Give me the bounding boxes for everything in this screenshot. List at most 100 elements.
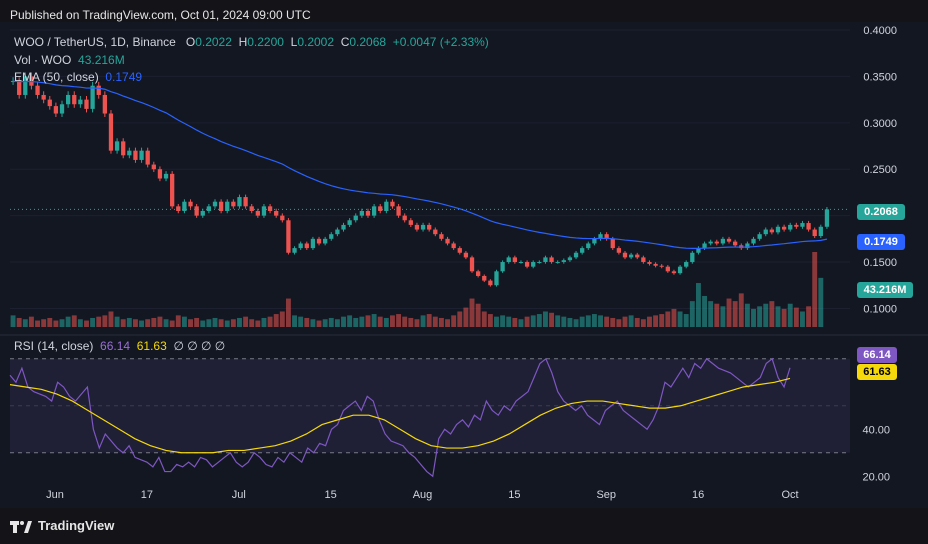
candle-body [549,257,554,263]
chart-area[interactable]: 0.40000.35000.30000.25000.20000.15000.10… [0,22,928,508]
candle-body [733,241,738,246]
volume-bar [763,303,769,327]
candle-body [78,99,83,105]
volume-bar [145,319,151,327]
volume-bar [543,311,548,327]
candle-body [121,141,126,156]
candle-body [316,238,322,244]
candle-body [420,224,426,230]
x-tick-label: Jun [46,489,64,501]
candle-body [543,257,548,263]
volume-bar [255,320,261,327]
volume-bar [781,308,787,327]
candle-body [720,238,726,244]
candle-body [114,141,120,151]
high-label: H [238,35,248,49]
volume-bar [151,317,157,327]
candle-body [488,280,493,286]
rsi-ma-tag: 61.63 [857,364,897,380]
volume-bar [683,314,689,327]
candle-body [781,226,787,230]
volume-bar [383,317,389,327]
candle-body [163,173,169,179]
volume-bar [65,316,71,327]
volume-bar [438,317,444,327]
chart-svg[interactable]: 0.40000.35000.30000.25000.20000.15000.10… [0,22,928,508]
volume-bar [726,298,732,327]
ema-price-tag: 0.1749 [857,234,905,250]
volume-bar [267,316,273,327]
volume-bar [224,320,230,327]
volume-bar [53,320,59,327]
volume-label[interactable]: Vol · WOO [14,53,71,67]
candle-body [769,229,775,233]
candle-body [267,206,273,211]
candle-body [72,94,77,105]
candle-body [677,266,683,274]
candle-body [329,234,334,239]
volume-bar [506,316,512,327]
volume-bar [347,315,353,327]
low-value: 0.2002 [297,35,335,49]
candle-body [280,215,285,221]
volume-value: 43.216M [78,53,125,67]
candle-body [726,238,732,242]
candle-body [659,265,664,267]
volume-bar [738,293,744,327]
volume-bar [108,311,114,327]
candle-body [396,206,401,216]
x-tick-label: 17 [141,489,153,501]
rsi-label[interactable]: RSI (14, close) [14,339,93,353]
volume-bar [71,315,77,327]
volume-bar [200,320,206,327]
volume-bar [102,315,108,327]
candle-body [635,254,640,258]
candle-body [274,210,279,216]
volume-bar [647,316,652,327]
candle-body [151,164,156,170]
symbol-label[interactable]: WOO / TetherUS, 1D, Binance [14,35,176,49]
volume-bar [96,316,102,327]
candle-body [531,262,536,267]
candle-body [133,150,138,160]
volume-bar [677,311,683,327]
open-label: O [185,35,196,49]
candle-body [145,150,150,165]
candle-body [261,206,267,216]
rsi-ma-value: 61.63 [136,339,167,353]
candle-body [341,224,346,230]
volume-bar [292,315,297,327]
candle-body [763,229,768,235]
candle-body [390,201,395,207]
candle-body [684,262,689,267]
candle-body [482,275,487,281]
volume-bar [610,317,616,327]
candle-body [439,234,444,239]
candle-body [90,85,95,109]
volume-bar [573,319,579,327]
volume-bar [273,314,279,327]
volume-bar [310,319,316,327]
candle-body [225,201,230,211]
volume-bar [41,319,47,327]
volume-bar [494,316,499,327]
rsi-tag: 66.14 [857,347,897,363]
volume-bar [114,316,120,327]
volume-bar [806,306,812,327]
price-tick-label: 0.1000 [863,303,897,315]
volume-bar [616,319,622,327]
candle-body [610,238,615,249]
volume-bar [720,306,726,327]
candle-body [775,226,781,233]
volume-bar [445,319,450,327]
tradingview-logo[interactable]: TradingView [10,518,114,533]
candle-body [573,252,579,258]
volume-bar [751,308,756,327]
candle-body [102,94,107,114]
x-tick-label: Sep [596,489,616,501]
ema-label[interactable]: EMA (50, close) [14,70,99,84]
volume-bar [561,316,567,327]
volume-bar [16,317,22,327]
candle-body [84,99,89,109]
volume-bar [757,306,763,327]
